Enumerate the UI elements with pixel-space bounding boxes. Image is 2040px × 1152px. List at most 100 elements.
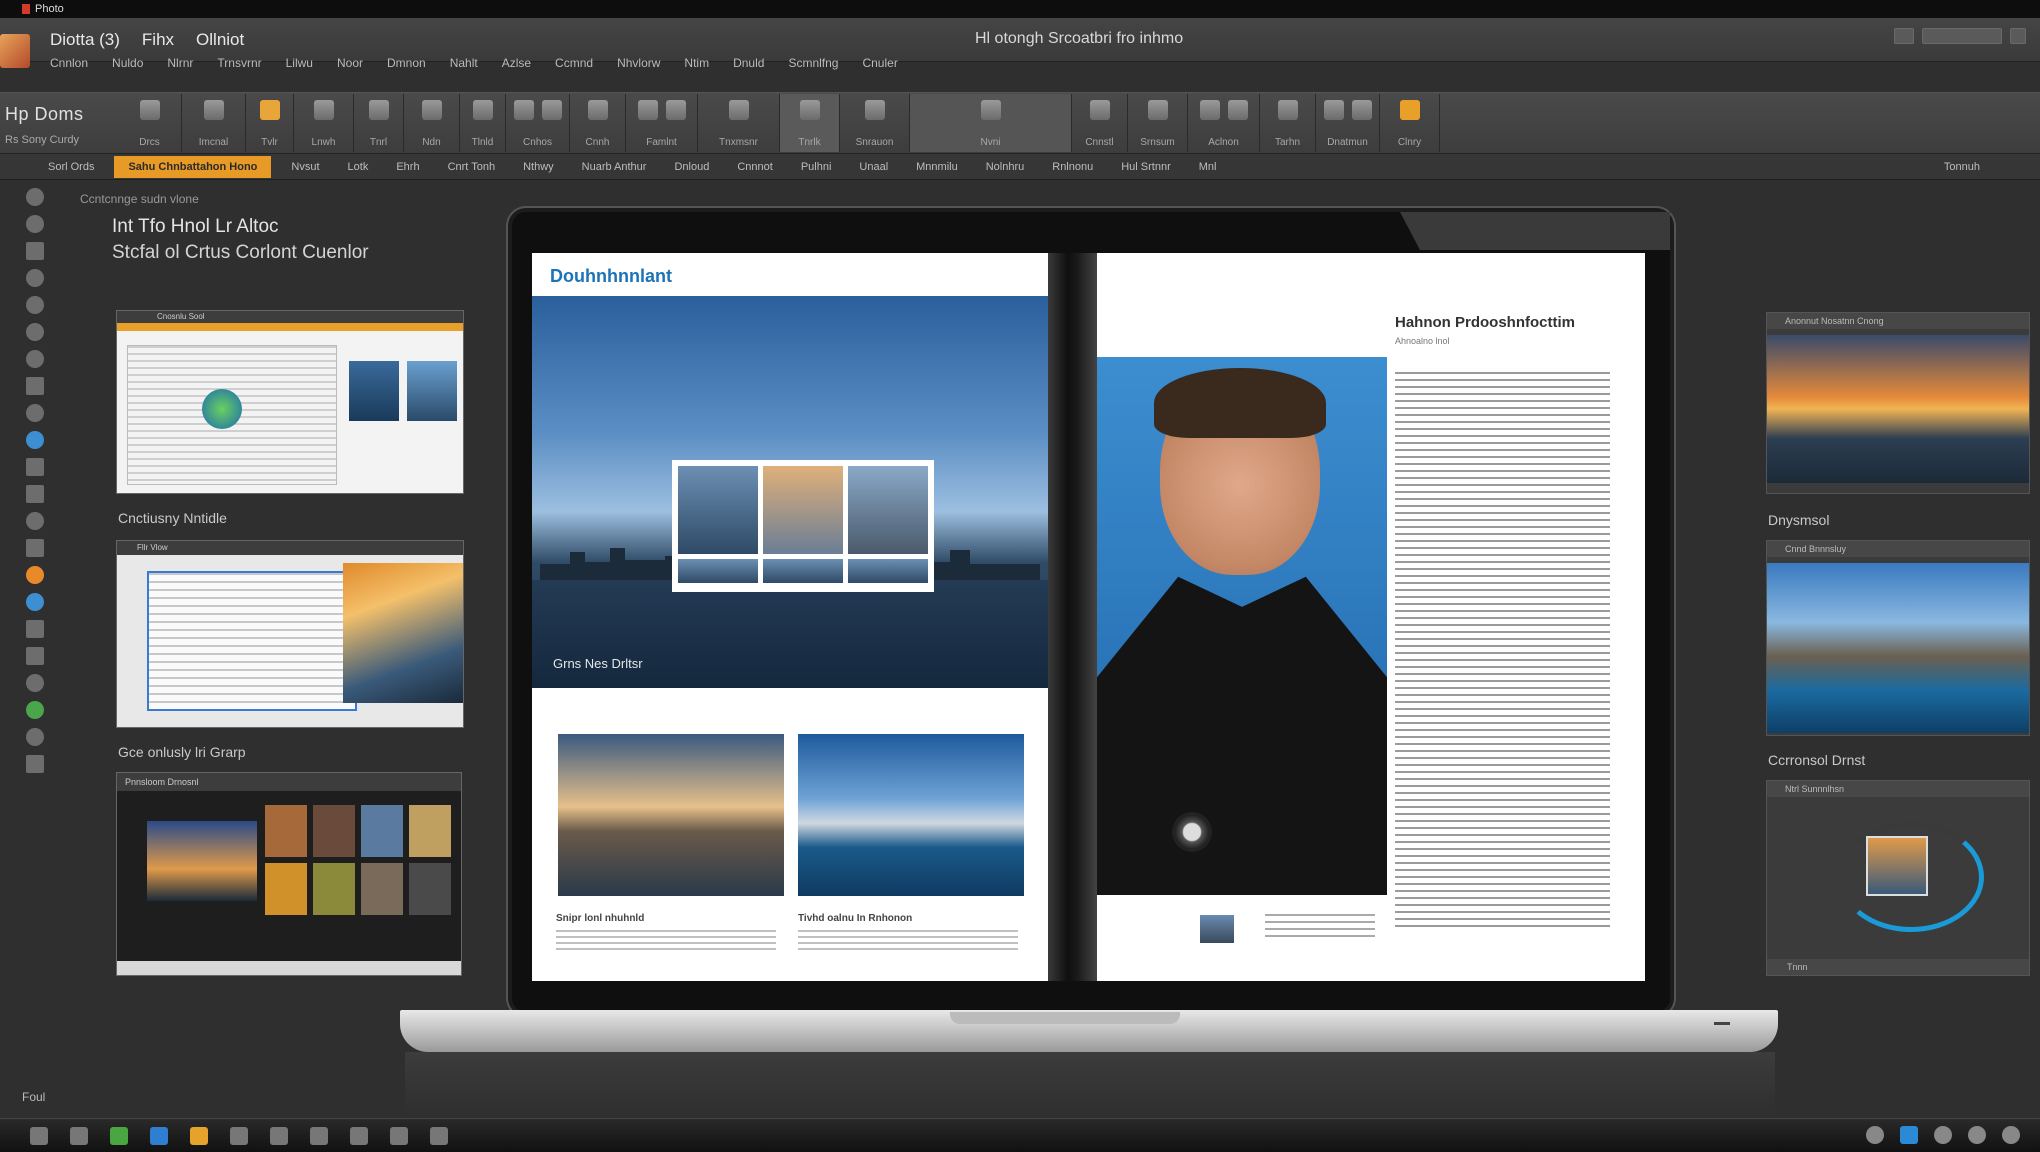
ribbon-group-2[interactable]: Tvlr xyxy=(246,94,294,152)
zoom-tool-icon[interactable] xyxy=(26,539,44,557)
submenu-item-14[interactable]: Cnuler xyxy=(862,56,897,74)
leaf-icon[interactable] xyxy=(110,1126,128,1145)
note-tool-icon[interactable] xyxy=(26,647,44,665)
toolbar-item[interactable]: Rnlnonu xyxy=(1038,161,1107,173)
clock-icon[interactable] xyxy=(70,1126,88,1145)
ribbon-group-11[interactable]: Tnrlk xyxy=(780,94,840,152)
minimize-icon[interactable] xyxy=(1894,28,1914,44)
text-tool-icon[interactable] xyxy=(26,458,44,476)
ribbon-group-19[interactable]: Clnry xyxy=(1380,94,1440,152)
printer-icon[interactable] xyxy=(230,1126,248,1145)
layers-tool-icon[interactable] xyxy=(26,593,44,611)
refresh-tool-icon[interactable] xyxy=(26,701,44,719)
toolbar-item[interactable]: Mnl xyxy=(1185,161,1231,173)
toolbar-item[interactable]: Nuarb Anthur xyxy=(568,161,661,173)
lasso-tool-icon[interactable] xyxy=(26,242,44,260)
toolbar-item[interactable]: Cnnnot xyxy=(723,161,786,173)
chat-icon[interactable] xyxy=(350,1126,368,1145)
eraser-tool-icon[interactable] xyxy=(26,296,44,314)
toolbar-item[interactable]: Ehrh xyxy=(382,161,433,173)
menu-item-2[interactable]: Ollniot xyxy=(196,30,244,50)
start-icon[interactable] xyxy=(30,1126,48,1145)
bookmark-icon[interactable] xyxy=(270,1126,288,1145)
edit-icon[interactable] xyxy=(390,1126,408,1145)
color-tool-icon[interactable] xyxy=(26,566,44,584)
toolbar-item[interactable]: Unaal xyxy=(845,161,902,173)
arrow-icon[interactable] xyxy=(190,1126,208,1145)
ribbon-group-5[interactable]: Ndn xyxy=(404,94,460,152)
submenu-item-13[interactable]: Scmnlfng xyxy=(788,56,838,74)
monitor-icon[interactable] xyxy=(150,1126,168,1145)
app-icon[interactable] xyxy=(0,34,30,68)
toolbar-item[interactable]: Nvsut xyxy=(277,161,333,173)
thumbnail-3[interactable]: Pnnsloom Drnosnl xyxy=(116,772,462,976)
toolbar-active-tab[interactable]: Sahu Chnbattahon Hono xyxy=(114,155,272,178)
ribbon-group-17[interactable]: Tarhn xyxy=(1260,94,1316,152)
submenu-item-10[interactable]: Nhvlorw xyxy=(617,56,660,74)
submenu-item-4[interactable]: Lilwu xyxy=(286,56,313,74)
right-panel-2[interactable]: Cnnd Bnnnsluy xyxy=(1766,540,2030,736)
toolbar-item[interactable]: Nthwy xyxy=(509,161,568,173)
toolbar-item[interactable]: Hul Srtnnr xyxy=(1107,161,1185,173)
ribbon-group-10[interactable]: Tnxmsnr xyxy=(698,94,780,152)
submenu-item-7[interactable]: Nahlt xyxy=(450,56,478,74)
gradient-tool-icon[interactable] xyxy=(26,674,44,692)
toolbar-item[interactable]: Cnrt Tonh xyxy=(434,161,510,173)
ribbon-group-3[interactable]: Lnwh xyxy=(294,94,354,152)
menu-item-0[interactable]: Diotta (3) xyxy=(50,30,120,50)
ribbon-group-12[interactable]: Snrauon xyxy=(840,94,910,152)
toolbar-item-sort[interactable]: Sorl Ords xyxy=(0,161,108,173)
gear-icon[interactable] xyxy=(430,1126,448,1145)
ribbon-group-6[interactable]: Tlnld xyxy=(460,94,506,152)
submenu-item-12[interactable]: Dnuld xyxy=(733,56,764,74)
toolbar-item[interactable]: Dnloud xyxy=(660,161,723,173)
move-tool-icon[interactable] xyxy=(26,188,44,206)
settings-tool-icon[interactable] xyxy=(26,755,44,773)
breadcrumb[interactable]: Ccntcnnge sudn vlone xyxy=(80,192,199,206)
window-search-box[interactable] xyxy=(1922,28,2002,44)
submenu-item-5[interactable]: Noor xyxy=(337,56,363,74)
ribbon-group-0[interactable]: Drcs xyxy=(118,94,182,152)
toolbar-right-label[interactable]: Tonnuh xyxy=(1930,161,2040,173)
submenu-item-3[interactable]: Trnsvrnr xyxy=(217,56,261,74)
submenu-item-0[interactable]: Cnnlon xyxy=(50,56,88,74)
brush-tool-icon[interactable] xyxy=(26,269,44,287)
ribbon-group-18[interactable]: Dnatmun xyxy=(1316,94,1380,152)
ribbon-group-1[interactable]: Imcnal xyxy=(182,94,246,152)
submenu-item-11[interactable]: Ntim xyxy=(684,56,709,74)
battery-icon[interactable] xyxy=(1968,1126,1986,1144)
app-tray-icon[interactable] xyxy=(1900,1126,1918,1144)
globe-tool-icon[interactable] xyxy=(26,431,44,449)
eyedropper-tool-icon[interactable] xyxy=(26,728,44,746)
shape-tool-icon[interactable] xyxy=(26,485,44,503)
ribbon-group-14[interactable]: Cnnstl xyxy=(1072,94,1128,152)
select-tool-icon[interactable] xyxy=(26,215,44,233)
ribbon-group-4[interactable]: Tnrl xyxy=(354,94,404,152)
submenu-item-1[interactable]: Nuldo xyxy=(112,56,143,74)
menu-item-1[interactable]: Fihx xyxy=(142,30,174,50)
pen-tool-icon[interactable] xyxy=(26,404,44,422)
ribbon-group-16[interactable]: Aclnon xyxy=(1188,94,1260,152)
network-icon[interactable] xyxy=(1866,1126,1884,1144)
toolbar-item[interactable]: Mnnmilu xyxy=(902,161,972,173)
ribbon-group-9[interactable]: Famlnt xyxy=(626,94,698,152)
notification-icon[interactable] xyxy=(2002,1126,2020,1144)
thumbnail-1[interactable]: Cnosnlu Sool xyxy=(116,310,464,494)
thumbnail-2[interactable]: Fllr Vlow xyxy=(116,540,464,728)
submenu-item-9[interactable]: Ccmnd xyxy=(555,56,593,74)
right-panel-1[interactable]: Anonnut Nosatnn Cnong xyxy=(1766,312,2030,494)
folder-icon[interactable] xyxy=(310,1126,328,1145)
clone-tool-icon[interactable] xyxy=(26,323,44,341)
hand-tool-icon[interactable] xyxy=(26,512,44,530)
crop-tool-icon[interactable] xyxy=(26,377,44,395)
frame-tool-icon[interactable] xyxy=(26,620,44,638)
ribbon-group-7[interactable]: Cnhos xyxy=(506,94,570,152)
ribbon-group-8[interactable]: Cnnh xyxy=(570,94,626,152)
toolbar-item[interactable]: Nolnhru xyxy=(972,161,1039,173)
close-icon[interactable] xyxy=(2010,28,2026,44)
toolbar-item[interactable]: Pulhni xyxy=(787,161,846,173)
history-tool-icon[interactable] xyxy=(26,350,44,368)
submenu-item-6[interactable]: Dmnon xyxy=(387,56,426,74)
volume-icon[interactable] xyxy=(1934,1126,1952,1144)
toolbar-item[interactable]: Lotk xyxy=(334,161,383,173)
